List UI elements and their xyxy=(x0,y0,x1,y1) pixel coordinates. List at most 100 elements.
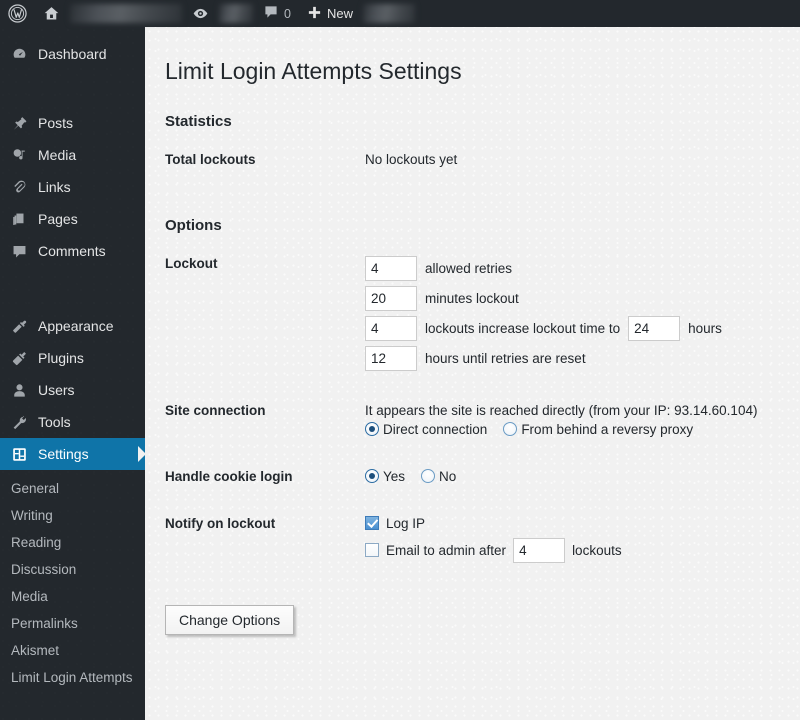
submenu-item-akismet[interactable]: Akismet xyxy=(0,637,145,664)
sidebar-item-label: Plugins xyxy=(38,350,84,366)
submenu-item-reading[interactable]: Reading xyxy=(0,529,145,556)
change-options-button[interactable]: Change Options xyxy=(165,604,295,635)
account-redacted[interactable] xyxy=(362,4,415,23)
sidebar-item-media[interactable]: Media xyxy=(0,139,145,171)
new-label: New xyxy=(326,6,353,21)
email-admin-lockouts-input[interactable] xyxy=(513,537,566,563)
pages-icon xyxy=(9,209,29,229)
lockouts-increase-row: lockouts increase lockout time to hours xyxy=(365,315,780,341)
email-admin-label: Email to admin after xyxy=(386,542,507,558)
sidebar-item-label: Tools xyxy=(38,414,71,430)
sidebar-item-label: Users xyxy=(38,382,75,398)
main-content: Limit Login Attempts Settings Statistics… xyxy=(145,27,800,720)
comment-icon xyxy=(9,241,29,261)
increase-hours-input[interactable] xyxy=(628,315,681,341)
sidebar-item-label: Pages xyxy=(38,211,78,227)
radio-cookie-yes[interactable] xyxy=(365,469,379,484)
sidebar-item-label: Posts xyxy=(38,115,74,131)
submenu-item-limit-login-attempts[interactable]: Limit Login Attempts xyxy=(0,664,145,691)
sidebar-item-appearance[interactable]: Appearance xyxy=(0,310,145,342)
admin-bar: 0 New xyxy=(0,0,800,27)
checkbox-email-admin[interactable] xyxy=(365,543,379,558)
minutes-lockout-text: minutes lockout xyxy=(425,290,519,306)
plus-icon xyxy=(307,5,322,23)
plugins-icon xyxy=(9,348,29,368)
new-content-button[interactable]: New xyxy=(299,0,361,27)
table-row-notify: Notify on lockout Log IP Email to admin … xyxy=(165,500,780,579)
wordpress-logo-icon[interactable] xyxy=(0,0,35,27)
minutes-lockout-input[interactable] xyxy=(365,285,417,311)
allowed-retries-row: allowed retries xyxy=(365,255,780,281)
settings-icon xyxy=(9,444,29,464)
dashboard-icon xyxy=(9,44,29,64)
submenu-item-discussion[interactable]: Discussion xyxy=(0,556,145,583)
email-admin-row: Email to admin after lockouts xyxy=(365,537,780,563)
options-table: Lockout allowed retries minutes lockout … xyxy=(165,240,780,579)
page-title: Limit Login Attempts Settings xyxy=(165,58,462,84)
comments-link[interactable]: 0 xyxy=(255,0,299,27)
home-icon[interactable] xyxy=(35,0,68,27)
sidebar-item-pages[interactable]: Pages xyxy=(0,203,145,235)
allowed-retries-input[interactable] xyxy=(365,255,417,281)
total-lockouts-value: No lockouts yet xyxy=(365,151,458,167)
sidebar-item-label: Settings xyxy=(38,446,89,462)
site-connection-label: Site connection xyxy=(165,402,266,418)
sidebar-item-comments[interactable]: Comments xyxy=(0,235,145,267)
comments-count: 0 xyxy=(284,6,291,21)
site-connection-radios: Direct connection From behind a reversy … xyxy=(365,422,780,437)
sidebar-item-plugins[interactable]: Plugins xyxy=(0,342,145,374)
cookie-login-label: Handle cookie login xyxy=(165,468,293,484)
notify-label: Notify on lockout xyxy=(165,515,276,531)
radio-cookie-no-label: No xyxy=(439,468,457,484)
options-heading: Options xyxy=(165,216,222,234)
radio-reverse-proxy[interactable] xyxy=(503,422,518,437)
log-ip-row: Log IP xyxy=(365,516,780,531)
comment-bubble-icon xyxy=(263,4,279,23)
lockouts-increase-text: lockouts increase lockout time to xyxy=(425,320,621,336)
statistics-table: Total lockouts No lockouts yet xyxy=(165,136,780,183)
sidebar-item-posts[interactable]: Posts xyxy=(0,107,145,139)
site-name-redacted[interactable] xyxy=(70,4,182,23)
submit-area: Change Options xyxy=(165,604,780,635)
submenu-item-writing[interactable]: Writing xyxy=(0,502,145,529)
site-connection-fields: It appears the site is reached directly … xyxy=(365,387,780,453)
radio-direct-connection[interactable] xyxy=(365,422,379,437)
notify-fields: Log IP Email to admin after lockouts xyxy=(365,500,780,579)
statistics-heading: Statistics xyxy=(165,112,232,130)
sidebar-item-users[interactable]: Users xyxy=(0,374,145,406)
total-lockouts-label: Total lockouts xyxy=(165,151,256,167)
radio-cookie-no[interactable] xyxy=(421,469,436,484)
sidebar-item-label: Links xyxy=(38,179,71,195)
retries-reset-input[interactable] xyxy=(365,345,417,371)
link-icon xyxy=(9,177,29,197)
allowed-retries-text: allowed retries xyxy=(425,260,513,276)
tools-icon xyxy=(9,412,29,432)
sidebar-item-settings[interactable]: Settings xyxy=(0,438,145,470)
menu-separator xyxy=(0,70,145,79)
sidebar-item-label: Appearance xyxy=(38,318,114,334)
radio-direct-connection-label: Direct connection xyxy=(383,421,488,437)
cookie-login-fields: Yes No xyxy=(365,453,780,500)
lockout-fields: allowed retries minutes lockout lockouts… xyxy=(365,240,780,387)
radio-cookie-yes-label: Yes xyxy=(383,468,406,484)
sidebar-item-dashboard[interactable]: Dashboard xyxy=(0,38,145,70)
pin-icon xyxy=(9,113,29,133)
eye-icon[interactable] xyxy=(184,0,217,27)
table-row: Total lockouts No lockouts yet xyxy=(165,136,780,183)
table-row-site-connection: Site connection It appears the site is r… xyxy=(165,387,780,453)
retries-reset-text: hours until retries are reset xyxy=(425,350,586,366)
lockouts-increase-input[interactable] xyxy=(365,315,417,341)
users-icon xyxy=(9,380,29,400)
adminbar-redacted-item[interactable] xyxy=(219,4,253,23)
sidebar-item-tools[interactable]: Tools xyxy=(0,406,145,438)
sidebar-item-links[interactable]: Links xyxy=(0,171,145,203)
submenu-item-general[interactable]: General xyxy=(0,475,145,502)
sidebar-item-label: Dashboard xyxy=(38,46,107,62)
email-admin-suffix: lockouts xyxy=(572,542,622,558)
submenu-item-media[interactable]: Media xyxy=(0,583,145,610)
wp-admin-screen: 0 New Dashboard Posts Media Links Pages … xyxy=(0,0,800,720)
table-row-lockout: Lockout allowed retries minutes lockout … xyxy=(165,240,780,387)
submenu-item-permalinks[interactable]: Permalinks xyxy=(0,610,145,637)
checkbox-log-ip[interactable] xyxy=(365,516,379,531)
radio-reverse-proxy-label: From behind a reversy proxy xyxy=(521,421,694,437)
